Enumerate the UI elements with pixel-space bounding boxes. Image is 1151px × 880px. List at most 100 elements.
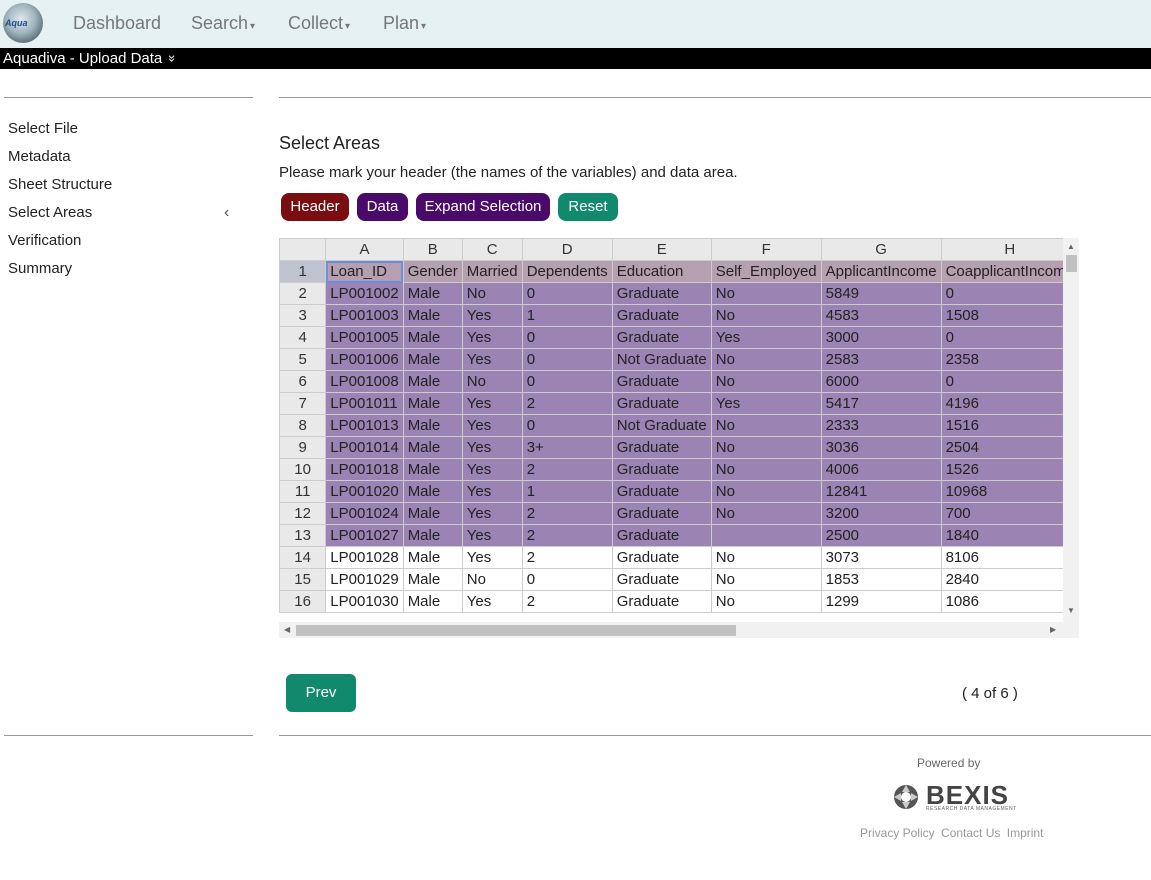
row-number[interactable]: 5	[279, 348, 327, 371]
prev-button[interactable]: Prev	[286, 674, 356, 712]
table-cell[interactable]: 2333	[820, 414, 942, 437]
table-cell[interactable]: 1516	[940, 414, 1079, 437]
table-cell[interactable]: No	[710, 282, 822, 305]
table-cell[interactable]: Male	[402, 546, 463, 569]
row-number[interactable]: 4	[279, 326, 327, 349]
table-cell[interactable]: 4196	[940, 392, 1079, 415]
table-cell[interactable]: Graduate	[611, 502, 712, 525]
table-cell[interactable]: 6000	[820, 370, 942, 393]
table-cell[interactable]: Male	[402, 480, 463, 503]
table-cell[interactable]: 0	[940, 370, 1079, 393]
table-cell[interactable]: Graduate	[611, 436, 712, 459]
table-cell[interactable]: 0	[521, 348, 613, 371]
scroll-right-arrow-icon[interactable]: ▶	[1050, 625, 1056, 634]
table-cell[interactable]: No	[710, 502, 822, 525]
table-cell[interactable]: Yes	[461, 546, 523, 569]
table-cell[interactable]: Graduate	[611, 568, 712, 591]
table-cell[interactable]: 3073	[820, 546, 942, 569]
table-cell[interactable]: CoapplicantIncome	[940, 260, 1079, 283]
table-cell[interactable]: 0	[521, 326, 613, 349]
table-cell[interactable]: No	[710, 590, 822, 613]
row-number[interactable]: 2	[279, 282, 327, 305]
table-cell[interactable]: LP001014	[325, 436, 404, 459]
table-cell[interactable]: 5849	[820, 282, 942, 305]
table-cell[interactable]: Graduate	[611, 524, 712, 547]
table-cell[interactable]: Male	[402, 436, 463, 459]
table-cell[interactable]: Male	[402, 392, 463, 415]
table-cell[interactable]: 1840	[940, 524, 1079, 547]
privacy-policy-link[interactable]: Privacy Policy	[860, 826, 935, 840]
row-number[interactable]: 6	[279, 370, 327, 393]
corner-cell[interactable]	[279, 238, 327, 261]
table-cell[interactable]: Graduate	[611, 546, 712, 569]
table-cell[interactable]: Yes	[710, 392, 822, 415]
page-titlebar[interactable]: Aquadiva - Upload Data »	[0, 48, 1151, 69]
sidebar-item-select-areas[interactable]: Select Areas	[8, 204, 92, 221]
table-cell[interactable]: Yes	[461, 436, 523, 459]
table-cell[interactable]: 10968	[940, 480, 1079, 503]
table-cell[interactable]: Dependents	[521, 260, 613, 283]
table-cell[interactable]: Male	[402, 282, 463, 305]
table-cell[interactable]: 1	[521, 480, 613, 503]
table-cell[interactable]: Graduate	[611, 282, 712, 305]
column-header[interactable]: D	[521, 238, 613, 261]
table-cell[interactable]: LP001003	[325, 304, 404, 327]
table-cell[interactable]: LP001005	[325, 326, 404, 349]
table-cell[interactable]: 12841	[820, 480, 942, 503]
table-cell[interactable]: Male	[402, 590, 463, 613]
scroll-up-arrow-icon[interactable]: ▲	[1067, 242, 1075, 251]
table-cell[interactable]: LP001006	[325, 348, 404, 371]
table-cell[interactable]: 8106	[940, 546, 1079, 569]
table-cell[interactable]: Male	[402, 370, 463, 393]
table-cell[interactable]: 0	[521, 414, 613, 437]
table-cell[interactable]: Yes	[710, 326, 822, 349]
table-cell[interactable]: No	[710, 414, 822, 437]
table-cell[interactable]: 3200	[820, 502, 942, 525]
table-cell[interactable]: Male	[402, 524, 463, 547]
table-cell[interactable]: 1526	[940, 458, 1079, 481]
table-cell[interactable]: LP001027	[325, 524, 404, 547]
table-cell[interactable]: 3036	[820, 436, 942, 459]
header-button[interactable]: Header	[281, 193, 349, 221]
row-number[interactable]: 12	[279, 502, 327, 525]
table-cell[interactable]: LP001024	[325, 502, 404, 525]
table-cell[interactable]: Graduate	[611, 590, 712, 613]
data-button[interactable]: Data	[357, 193, 408, 221]
table-cell[interactable]: 2583	[820, 348, 942, 371]
table-cell[interactable]: Graduate	[611, 480, 712, 503]
table-cell[interactable]: Yes	[461, 480, 523, 503]
table-cell[interactable]: 1508	[940, 304, 1079, 327]
nav-collect[interactable]: Collect ▾	[288, 13, 350, 34]
table-cell[interactable]: 2	[521, 524, 613, 547]
expand-selection-button[interactable]: Expand Selection	[416, 193, 550, 221]
sidebar-item-sheet-structure[interactable]: Sheet Structure	[8, 176, 112, 193]
imprint-link[interactable]: Imprint	[1007, 826, 1044, 840]
table-cell[interactable]: 0	[521, 568, 613, 591]
table-cell[interactable]: Male	[402, 414, 463, 437]
table-cell[interactable]: 5417	[820, 392, 942, 415]
table-cell[interactable]: Yes	[461, 502, 523, 525]
table-cell[interactable]: 2358	[940, 348, 1079, 371]
table-cell[interactable]: LP001028	[325, 546, 404, 569]
table-cell[interactable]: No	[461, 568, 523, 591]
sidebar-item-summary[interactable]: Summary	[8, 260, 72, 277]
table-cell[interactable]: LP001008	[325, 370, 404, 393]
table-cell[interactable]: Male	[402, 568, 463, 591]
table-cell[interactable]: 2500	[820, 524, 942, 547]
horizontal-scroll-thumb[interactable]	[296, 625, 736, 636]
spreadsheet-table[interactable]: A B C D E F G H 1 Loan_ID Gender Married Dependents E…	[279, 238, 1079, 613]
table-cell[interactable]: Loan_ID	[325, 260, 404, 283]
table-cell[interactable]: Yes	[461, 458, 523, 481]
table-cell[interactable]: Male	[402, 458, 463, 481]
table-cell[interactable]: 1086	[940, 590, 1079, 613]
table-cell[interactable]: Self_Employed	[710, 260, 822, 283]
table-cell[interactable]: 3+	[521, 436, 613, 459]
table-cell[interactable]: 1	[521, 304, 613, 327]
nav-dashboard[interactable]: Dashboard	[73, 13, 161, 34]
table-cell[interactable]: LP001002	[325, 282, 404, 305]
column-header[interactable]: C	[461, 238, 523, 261]
table-cell[interactable]: Graduate	[611, 326, 712, 349]
table-cell[interactable]: Graduate	[611, 370, 712, 393]
table-cell[interactable]: 2	[521, 590, 613, 613]
table-cell[interactable]: 4006	[820, 458, 942, 481]
